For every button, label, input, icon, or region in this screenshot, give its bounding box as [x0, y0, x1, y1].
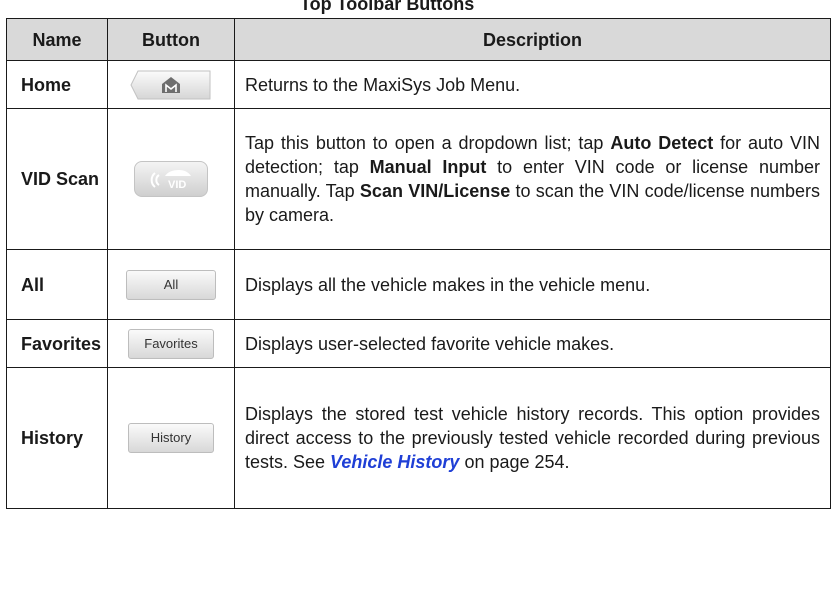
- home-m-icon: [130, 70, 211, 99]
- home-button[interactable]: [130, 70, 212, 100]
- table-row: All All Displays all the vehicle makes i…: [6, 249, 831, 320]
- table-row: History History Displays the stored test…: [6, 367, 831, 509]
- history-button[interactable]: History: [128, 423, 214, 453]
- row-description-all: Displays all the vehicle makes in the ve…: [234, 249, 831, 320]
- table-caption-text: Top Toolbar Buttons: [300, 0, 475, 14]
- history-desc-part: on page 254.: [459, 452, 570, 472]
- header-name: Name: [6, 18, 108, 61]
- row-description-history: Displays the stored test vehicle history…: [234, 367, 831, 509]
- vid-desc-part: Tap this button to open a dropdown list;…: [245, 133, 611, 153]
- vid-scan-button-text: VID: [168, 179, 186, 191]
- row-name-vid-scan: VID Scan: [6, 108, 108, 250]
- row-name-history: History: [6, 367, 108, 509]
- table-row: Home Returns to the MaxiSys Job Menu.: [6, 60, 831, 109]
- row-description-home: Returns to the MaxiSys Job Menu.: [234, 60, 831, 109]
- toolbar-buttons-table: Name Button Description Home Returns to …: [6, 18, 831, 509]
- row-name-favorites: Favorites: [6, 319, 108, 368]
- row-description-favorites: Displays user-selected favorite vehicle …: [234, 319, 831, 368]
- table-caption: Top Toolbar Buttons: [0, 0, 836, 18]
- header-button: Button: [107, 18, 235, 61]
- header-description: Description: [234, 18, 831, 61]
- row-description-vid-scan: Tap this button to open a dropdown list;…: [234, 108, 831, 250]
- scan-vin-license-term: Scan VIN/License: [359, 181, 511, 201]
- vid-scan-icon: VID: [150, 170, 191, 191]
- table-row: Favorites Favorites Displays user-select…: [6, 319, 831, 368]
- table-header-row: Name Button Description: [6, 18, 831, 61]
- vehicle-history-link[interactable]: Vehicle History: [330, 452, 459, 472]
- all-button[interactable]: All: [126, 269, 216, 300]
- manual-input-term: Manual Input: [369, 157, 487, 177]
- table-row: VID Scan VID Tap this button to open a d…: [6, 108, 831, 250]
- row-name-home: Home: [6, 60, 108, 109]
- favorites-button[interactable]: Favorites: [128, 328, 214, 359]
- auto-detect-term: Auto Detect: [610, 133, 714, 153]
- vid-scan-button[interactable]: VID: [134, 161, 208, 197]
- row-name-all: All: [6, 249, 108, 320]
